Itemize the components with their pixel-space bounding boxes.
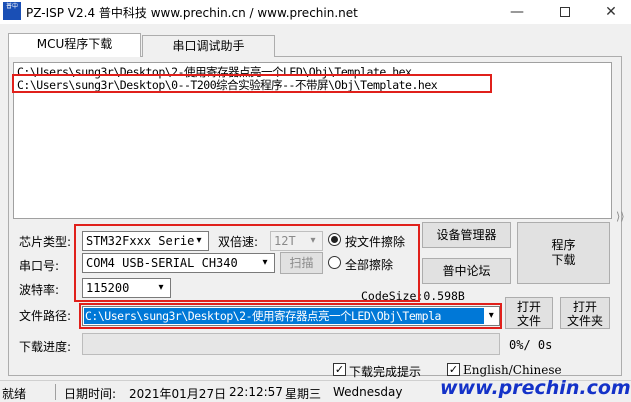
baud-rate-label: 波特率: [19,283,60,297]
english-chinese-label: English/Chinese [463,363,562,377]
window-title: PZ-ISP V2.4 普中科技 www.prechin.cn / www.pr… [26,6,358,20]
status-text: 就绪 [2,387,27,401]
date-value: 2021年01月27日 [129,387,227,401]
english-chinese-checkbox[interactable]: ✓ [447,363,460,376]
download-complete-label: 下载完成提示 [349,365,422,379]
highlight-box-settings [74,224,420,302]
open-file-button[interactable]: 打开 文件 [505,297,553,329]
datetime-label: 日期时间: [64,387,117,401]
open-file-label-line1: 打开 [516,300,541,314]
title-bar: 普中 PZ-ISP V2.4 普中科技 www.prechin.cn / www… [0,0,631,24]
download-complete-checkbox[interactable]: ✓ [333,363,346,376]
tab-mcu-download[interactable]: MCU程序下载 [8,33,141,57]
app-logo-icon: 普中 [3,2,21,20]
open-folder-label-line2: 文件夹 [566,314,603,328]
download-progress-label: 下载进度: [19,340,72,354]
device-manager-button[interactable]: 设备管理器 [422,222,511,248]
download-progress-bar [82,333,500,355]
status-separator [55,384,56,400]
program-download-label-line2: 下载 [551,253,576,267]
open-folder-label-line1: 打开 [572,300,597,314]
watermark-text: www.prechin.com [440,377,631,399]
progress-text: 0%/ 0s [509,338,553,352]
codesize-value: 0.598B [423,289,465,303]
file-path-label: 文件路径: [19,309,72,323]
time-value: 22:12:57 [229,385,283,399]
forum-button[interactable]: 普中论坛 [422,258,511,284]
highlight-box-file [12,74,492,93]
maximize-icon [560,7,570,17]
weekday-en: Wednesday [333,385,403,399]
open-file-label-line2: 文件 [516,314,541,328]
tab-serial-assistant[interactable]: 串口调试助手 [142,35,275,57]
weekday-cn: 星期三 [285,387,322,401]
program-download-button[interactable]: 程序 下载 [517,222,610,284]
close-button[interactable]: ✕ [588,0,631,24]
maximize-button[interactable] [542,0,588,24]
chip-type-label: 芯片类型: [19,235,72,249]
minimize-button[interactable]: — [494,0,540,24]
open-folder-button[interactable]: 打开 文件夹 [560,297,610,329]
expand-arrow-icon[interactable]: ⟩⟩ [616,210,625,223]
serial-port-label: 串口号: [19,259,60,273]
highlight-box-path [79,303,502,329]
program-download-label-line1: 程序 [551,238,576,252]
